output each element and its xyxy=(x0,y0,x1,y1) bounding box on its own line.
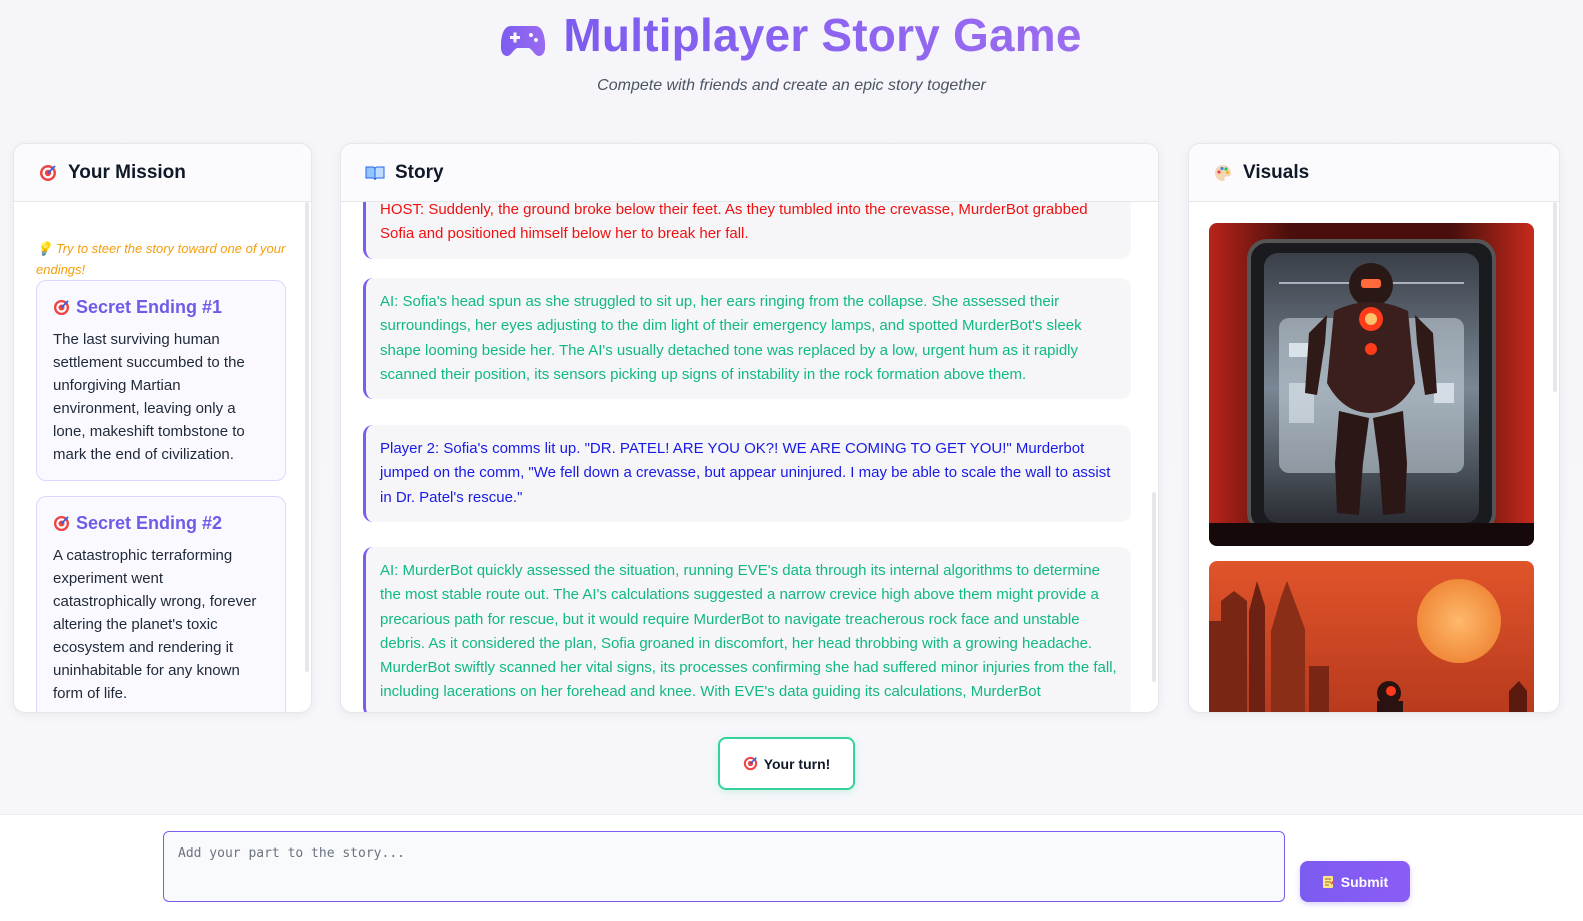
visuals-panel-title: Visuals xyxy=(1243,161,1310,183)
story-message-ai: AI: MurderBot quickly assessed the situa… xyxy=(363,547,1131,712)
mission-panel: Your Mission 💡 Try to steer the story to… xyxy=(13,143,312,713)
mission-hint-text: Try to steer the story toward one of you… xyxy=(36,241,286,277)
visuals-panel: Visuals xyxy=(1188,143,1560,713)
story-feed[interactable]: HOST: Suddenly, the ground broke below t… xyxy=(341,202,1158,712)
mission-body[interactable]: 💡 Try to steer the story toward one of y… xyxy=(14,202,311,712)
page-title: Multiplayer Story Game xyxy=(563,9,1082,61)
story-panel-header: Story xyxy=(341,144,1158,202)
visuals-scrollbar[interactable] xyxy=(1553,202,1557,392)
target-icon xyxy=(38,164,58,182)
target-icon xyxy=(743,756,758,771)
mission-scrollbar[interactable] xyxy=(305,202,309,672)
page-subtitle: Compete with friends and create an epic … xyxy=(597,77,986,94)
secret-ending-title: Secret Ending #2 xyxy=(53,513,269,534)
visuals-panel-header: Visuals xyxy=(1189,144,1559,202)
your-turn-indicator: Your turn! xyxy=(718,737,855,790)
palette-icon xyxy=(1213,164,1233,182)
mission-hint: 💡 Try to steer the story toward one of y… xyxy=(36,238,289,280)
story-panel-title: Story xyxy=(395,161,444,183)
gamepad-icon xyxy=(501,22,546,58)
your-turn-label: Your turn! xyxy=(763,755,831,772)
secret-ending-card: Secret Ending #2 A catastrophic terrafor… xyxy=(36,496,286,712)
submit-button[interactable]: Submit xyxy=(1300,861,1410,902)
secret-ending-title-text: Secret Ending #1 xyxy=(76,297,223,317)
story-message-ai: AI: Sofia's head spun as she struggled t… xyxy=(363,278,1131,400)
target-icon xyxy=(53,515,70,532)
mission-panel-header: Your Mission xyxy=(14,144,311,202)
secret-ending-title: Secret Ending #1 xyxy=(53,297,269,318)
story-panel: Story HOST: Suddenly, the ground broke b… xyxy=(340,143,1159,713)
secret-ending-title-text: Secret Ending #2 xyxy=(76,513,223,533)
robot-doorway-image xyxy=(1209,223,1534,546)
lightbulb-icon: 💡 xyxy=(36,241,53,256)
story-message-host: HOST: Suddenly, the ground broke below t… xyxy=(363,202,1131,259)
page-header: Multiplayer Story Game Compete with frie… xyxy=(0,0,1583,110)
input-bar: Submit xyxy=(0,814,1583,921)
mission-panel-title: Your Mission xyxy=(68,161,186,183)
submit-label: Submit xyxy=(1340,873,1389,890)
secret-ending-text: A catastrophic terraforming experiment w… xyxy=(53,547,257,702)
secret-ending-card: Secret Ending #1 The last surviving huma… xyxy=(36,280,286,481)
book-icon xyxy=(365,165,385,181)
title-row: Multiplayer Story Game xyxy=(0,8,1583,62)
target-icon xyxy=(53,299,70,316)
memo-icon xyxy=(1322,875,1335,889)
story-scrollbar[interactable] xyxy=(1152,492,1156,682)
story-message-player: Player 2: Sofia's comms lit up. "DR. PAT… xyxy=(363,425,1131,522)
story-input[interactable] xyxy=(163,831,1285,902)
mars-city-sunset-image xyxy=(1209,561,1534,712)
secret-ending-text: The last surviving human settlement succ… xyxy=(53,331,245,463)
